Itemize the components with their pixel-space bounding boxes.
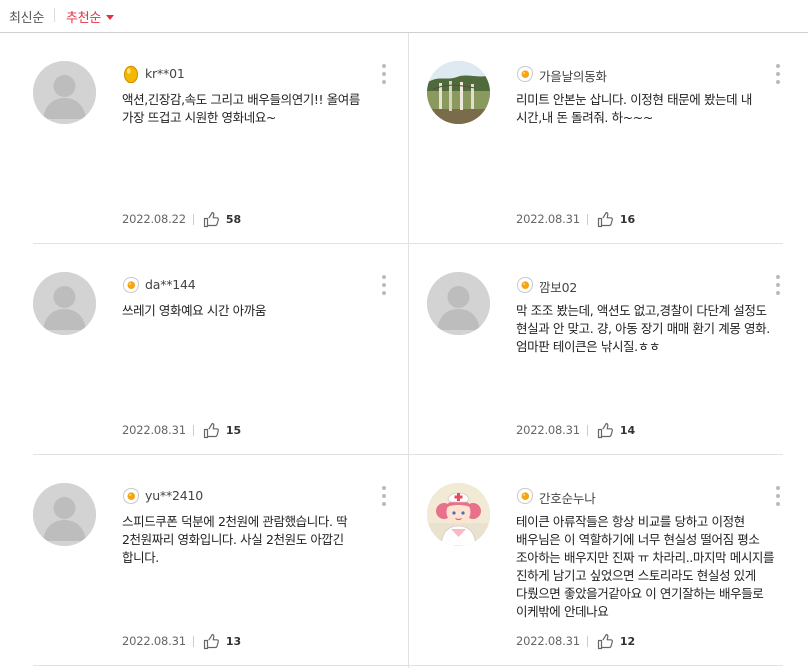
review-card: 가을날의동화 리미트 안본눈 삽니다. 이정현 태문에 봤는데 내 시간,내 돈…: [427, 33, 802, 244]
username[interactable]: 간호순누나: [539, 488, 596, 507]
username[interactable]: 가을날의동화: [539, 66, 607, 85]
thumbs-up-icon[interactable]: [597, 422, 614, 439]
review-card: 간호순누나 테이큰 아류작들은 항상 비교를 당하고 이정현 배우님은 이 역할…: [427, 455, 802, 666]
like-count: 15: [225, 423, 242, 437]
avatar[interactable]: [33, 61, 96, 124]
review-meta: 2022.08.31 12: [516, 632, 635, 650]
review-date: 2022.08.31: [516, 212, 580, 226]
avatar[interactable]: [427, 272, 490, 335]
default-avatar-icon: [33, 61, 96, 124]
review-date: 2022.08.22: [122, 212, 186, 226]
avatar[interactable]: [33, 483, 96, 546]
more-options-icon[interactable]: [379, 274, 389, 296]
review-date: 2022.08.31: [516, 423, 580, 437]
review-grid: kr**01 액션,긴장감,속도 그리고 배우들의연기!! 올여름 가장 뜨겁고…: [0, 33, 808, 668]
avatar[interactable]: [427, 483, 490, 546]
meta-divider: [192, 635, 194, 647]
review-text: 테이큰 아류작들은 항상 비교를 당하고 이정현 배우님은 이 역할하기에 너무…: [516, 514, 775, 619]
review-text: 막 조조 봤는데, 액션도 없고,경찰이 다단계 설정도 현실과 안 맞고. 걍…: [516, 303, 770, 354]
review-card: 깜보02 막 조조 봤는데, 액션도 없고,경찰이 다단계 설정도 현실과 안 …: [427, 244, 802, 455]
fried-egg-icon: [122, 276, 140, 294]
outdoor-photo-icon: [427, 61, 490, 124]
like-count: 12: [619, 634, 636, 648]
default-avatar-icon: [33, 272, 96, 335]
like-count: 14: [619, 423, 636, 437]
gold-egg-icon: [122, 65, 140, 84]
username[interactable]: da**144: [145, 277, 196, 292]
thumbs-up-icon[interactable]: [203, 633, 220, 650]
more-options-icon[interactable]: [773, 485, 783, 507]
meta-divider: [586, 424, 588, 436]
sort-divider: [54, 8, 55, 22]
more-options-icon[interactable]: [773, 63, 783, 85]
sort-recommended-label: 추천순: [66, 11, 101, 26]
review-date: 2022.08.31: [122, 423, 186, 437]
fried-egg-icon: [516, 487, 534, 505]
meta-divider: [192, 424, 194, 436]
username[interactable]: kr**01: [145, 66, 185, 81]
review-meta: 2022.08.31 15: [122, 421, 241, 439]
review-card: kr**01 액션,긴장감,속도 그리고 배우들의연기!! 올여름 가장 뜨겁고…: [33, 33, 408, 244]
column-divider: [408, 33, 409, 668]
like-count: 16: [619, 212, 636, 226]
fried-egg-icon: [122, 487, 140, 505]
like-count: 58: [225, 212, 242, 226]
thumbs-up-icon[interactable]: [203, 422, 220, 439]
sort-latest-tab[interactable]: 최신순: [9, 7, 44, 26]
nurse-character-icon: [427, 483, 490, 546]
avatar[interactable]: [427, 61, 490, 124]
review-text: 리미트 안본눈 삽니다. 이정현 태문에 봤는데 내 시간,내 돈 돌려줘. 하…: [516, 92, 752, 125]
more-options-icon[interactable]: [379, 63, 389, 85]
meta-divider: [586, 213, 588, 225]
review-meta: 2022.08.31 16: [516, 210, 635, 228]
fried-egg-icon: [516, 276, 534, 294]
review-text: 쓰레기 영화예요 시간 아까움: [122, 303, 266, 318]
review-meta: 2022.08.31 14: [516, 421, 635, 439]
sort-bar: 최신순 추천순: [0, 0, 808, 33]
review-card: yu**2410 스피드쿠폰 덕분에 2천원에 관람했습니다. 딱 2천원짜리 …: [33, 455, 408, 666]
thumbs-up-icon[interactable]: [203, 211, 220, 228]
caret-down-icon: [105, 15, 114, 20]
sort-recommended-tab[interactable]: 추천순: [66, 7, 114, 26]
default-avatar-icon: [33, 483, 96, 546]
review-meta: 2022.08.22 58: [122, 210, 241, 228]
default-avatar-icon: [427, 272, 490, 335]
review-text: 스피드쿠폰 덕분에 2천원에 관람했습니다. 딱 2천원짜리 영화입니다. 사실…: [122, 514, 348, 565]
meta-divider: [586, 635, 588, 647]
avatar[interactable]: [33, 272, 96, 335]
meta-divider: [192, 213, 194, 225]
more-options-icon[interactable]: [773, 274, 783, 296]
username[interactable]: 깜보02: [539, 277, 577, 296]
thumbs-up-icon[interactable]: [597, 211, 614, 228]
review-date: 2022.08.31: [122, 634, 186, 648]
thumbs-up-icon[interactable]: [597, 633, 614, 650]
fried-egg-icon: [516, 65, 534, 83]
like-count: 13: [225, 634, 242, 648]
review-text: 액션,긴장감,속도 그리고 배우들의연기!! 올여름 가장 뜨겁고 시원한 영화…: [122, 92, 360, 125]
review-meta: 2022.08.31 13: [122, 632, 241, 650]
review-date: 2022.08.31: [516, 634, 580, 648]
more-options-icon[interactable]: [379, 485, 389, 507]
review-card: da**144 쓰레기 영화예요 시간 아까움 2022.08.31 15: [33, 244, 408, 455]
username[interactable]: yu**2410: [145, 488, 203, 503]
